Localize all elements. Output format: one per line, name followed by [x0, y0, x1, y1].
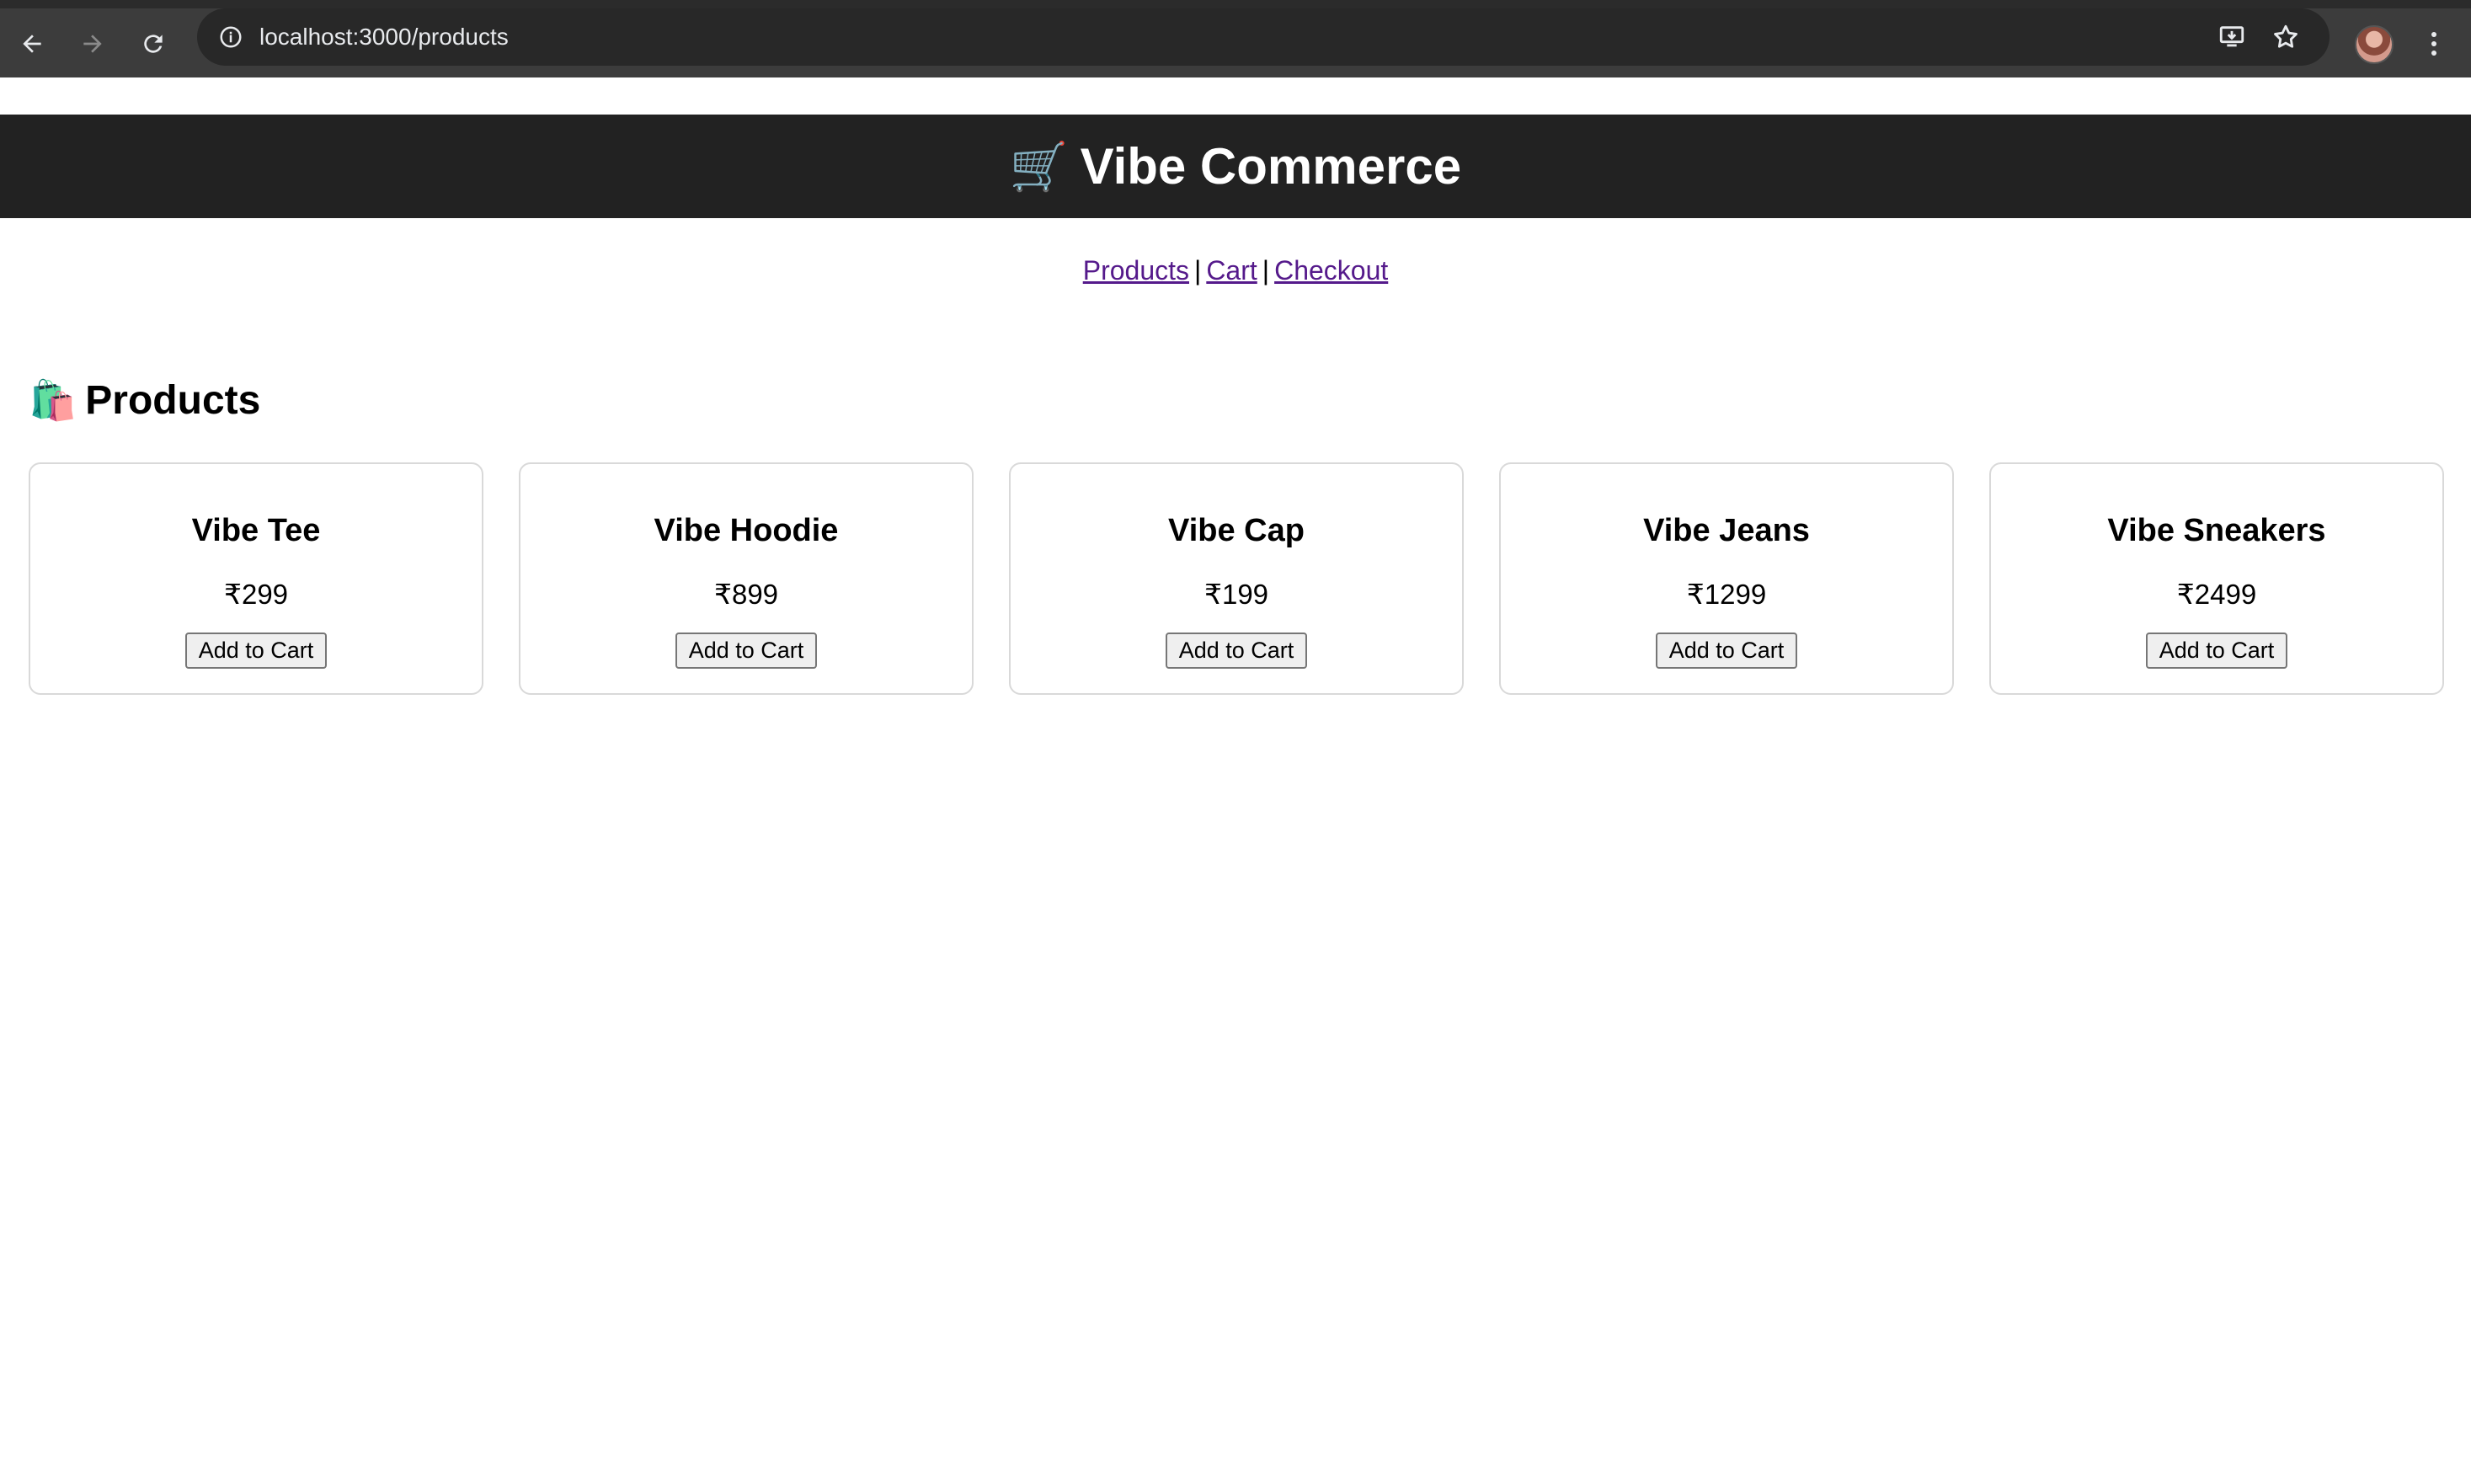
site-header: 🛒 Vibe Commerce: [0, 115, 2471, 218]
shopping-cart-icon: 🛒: [1009, 139, 1069, 193]
site-title: Vibe Commerce: [1080, 138, 1462, 195]
install-app-icon[interactable]: [2212, 17, 2252, 57]
product-price: ₹299: [223, 579, 289, 610]
back-icon[interactable]: [8, 20, 56, 67]
nav-separator: |: [1262, 255, 1270, 286]
product-grid: Vibe Tee ₹299 Add to Cart Vibe Hoodie ₹8…: [29, 462, 2471, 695]
product-name: Vibe Cap: [1168, 513, 1305, 548]
add-to-cart-button[interactable]: Add to Cart: [1655, 633, 1798, 669]
nav-link-products[interactable]: Products: [1083, 255, 1189, 286]
product-card: Vibe Cap ₹199 Add to Cart: [1009, 462, 1464, 695]
bookmark-star-icon[interactable]: [2266, 17, 2306, 57]
reload-icon[interactable]: [130, 20, 177, 67]
nav-link-cart[interactable]: Cart: [1206, 255, 1257, 286]
main-nav: Products | Cart | Checkout: [0, 255, 2471, 286]
page-top-spacer: [0, 77, 2471, 115]
product-name: Vibe Jeans: [1643, 513, 1810, 548]
shopping-bags-icon: 🛍️: [29, 378, 77, 422]
product-name: Vibe Sneakers: [2107, 513, 2326, 548]
profile-avatar[interactable]: [2355, 25, 2394, 64]
products-heading-text: Products: [85, 378, 261, 423]
product-card: Vibe Tee ₹299 Add to Cart: [29, 462, 483, 695]
nav-separator: |: [1194, 255, 1202, 286]
url-text[interactable]: localhost:3000/products: [259, 24, 509, 51]
browser-toolbar: localhost:3000/products: [0, 0, 2471, 77]
product-name: Vibe Tee: [191, 513, 321, 548]
add-to-cart-button[interactable]: Add to Cart: [675, 633, 818, 669]
product-card: Vibe Jeans ₹1299 Add to Cart: [1499, 462, 1954, 695]
product-card: Vibe Hoodie ₹899 Add to Cart: [519, 462, 974, 695]
product-card: Vibe Sneakers ₹2499 Add to Cart: [1989, 462, 2444, 695]
nav-link-checkout[interactable]: Checkout: [1274, 255, 1388, 286]
site-info-icon[interactable]: [214, 20, 248, 54]
add-to-cart-button[interactable]: Add to Cart: [184, 633, 328, 669]
address-bar[interactable]: localhost:3000/products: [197, 8, 2330, 66]
browser-menu-icon[interactable]: [2417, 27, 2451, 61]
product-name: Vibe Hoodie: [654, 513, 839, 548]
add-to-cart-button[interactable]: Add to Cart: [1165, 633, 1308, 669]
product-price: ₹1299: [1686, 579, 1767, 610]
product-price: ₹899: [713, 579, 779, 610]
product-price: ₹199: [1203, 579, 1269, 610]
products-heading: 🛍️ Products: [29, 377, 2471, 424]
forward-icon[interactable]: [69, 20, 116, 67]
add-to-cart-button[interactable]: Add to Cart: [2145, 633, 2288, 669]
product-price: ₹2499: [2176, 579, 2257, 610]
